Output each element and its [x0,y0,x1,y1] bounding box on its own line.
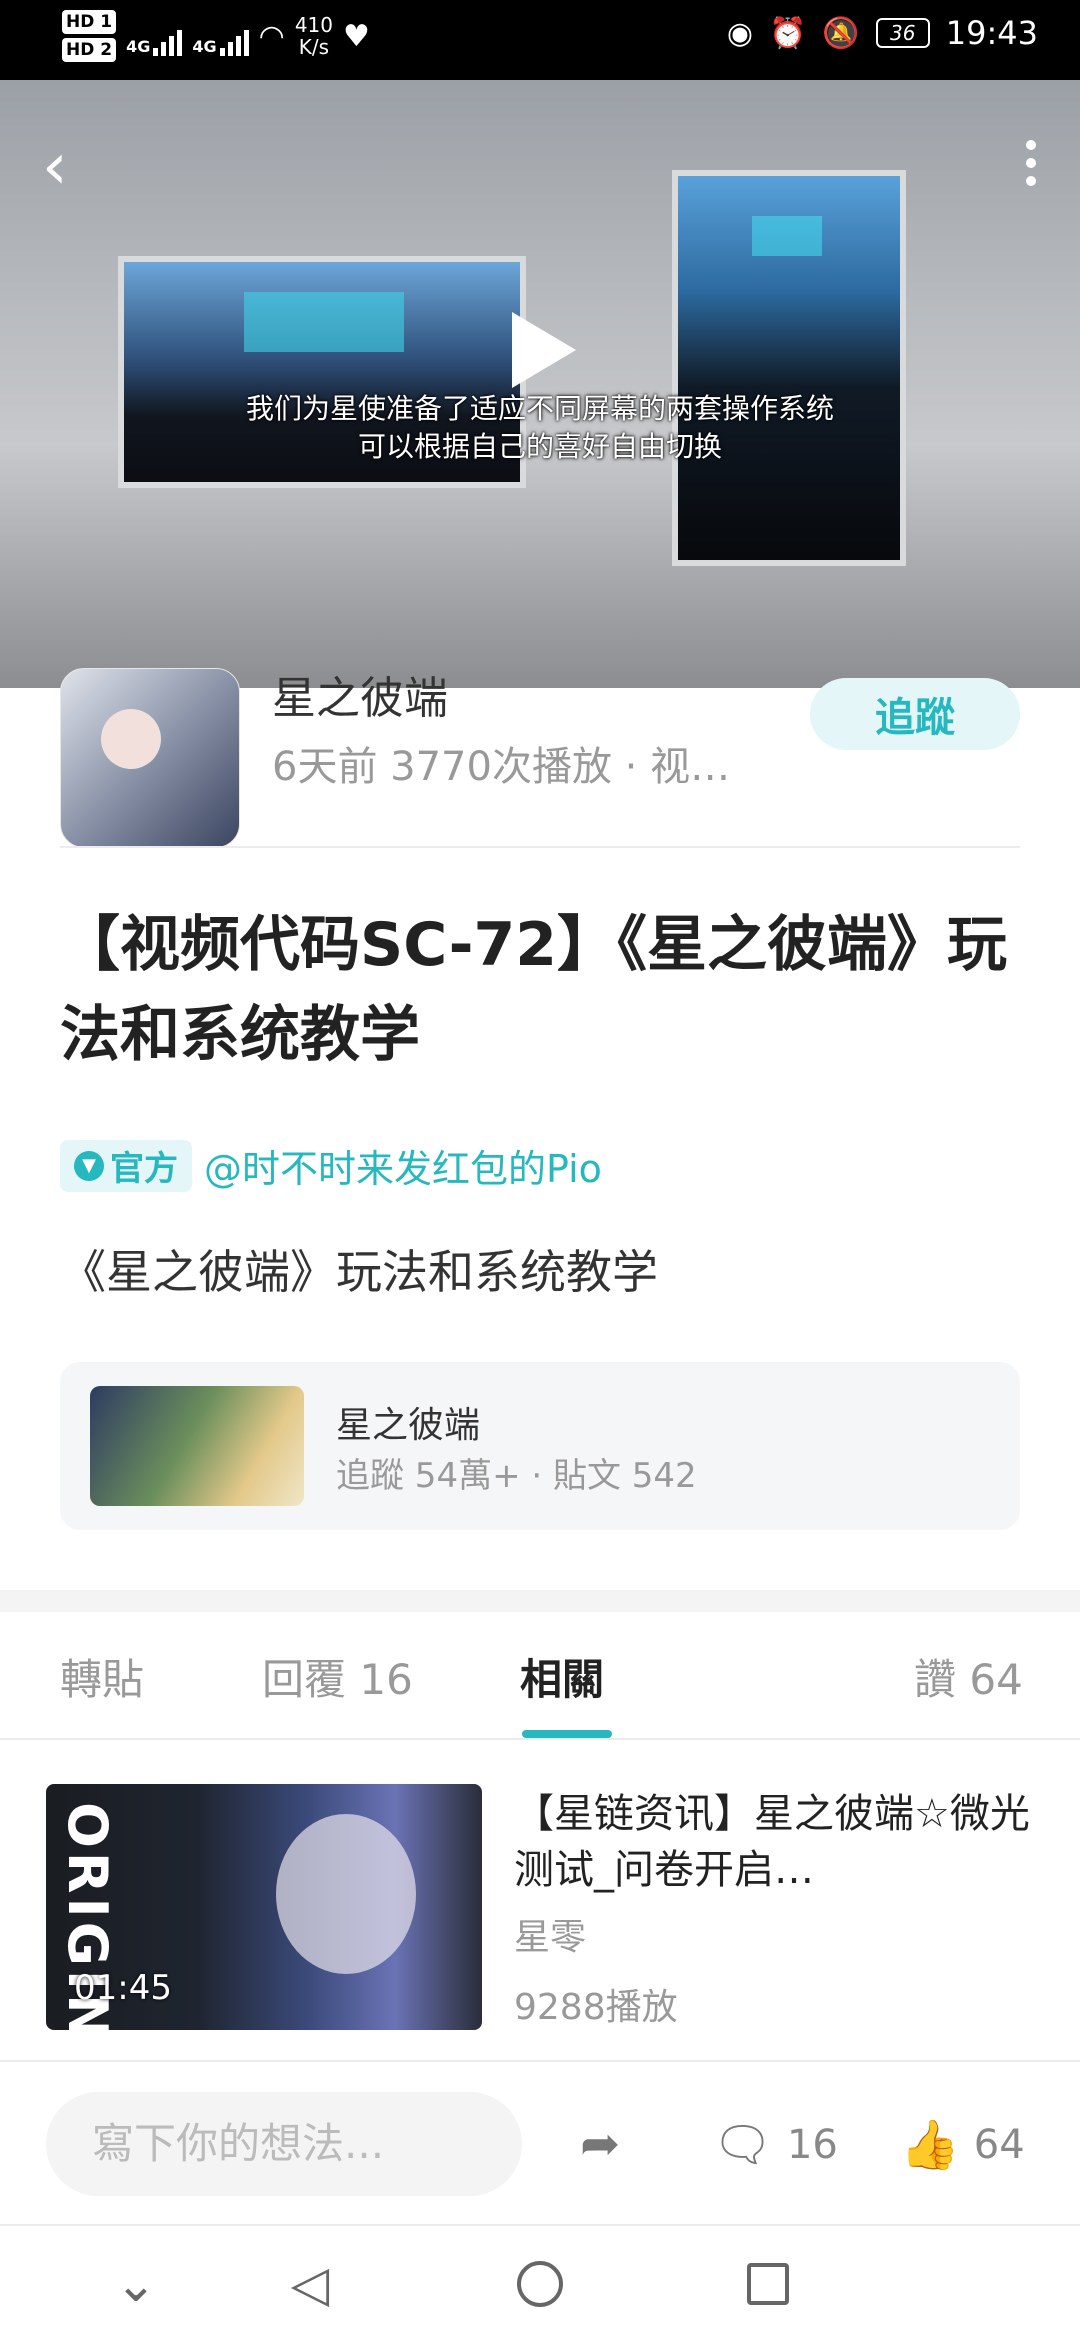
system-nav-bar: ⌄ ◁ [0,2228,1080,2340]
net-speed-unit: K/s [298,35,330,59]
forum-card[interactable]: 星之彼端 追蹤 54萬+ · 貼文 542 [60,1362,1020,1530]
subtitle-line-2: 可以根据自己的喜好自由切换 [357,430,722,463]
clock: 19:43 [945,14,1038,52]
forum-name: 星之彼端 [336,1405,481,1446]
channel-avatar[interactable] [60,668,240,848]
collapse-chevron-icon[interactable]: ⌄ [104,2252,168,2316]
post-description: 《星之彼端》玩法和系统教学 [60,1245,658,1299]
forum-thumbnail [90,1386,304,1506]
channel-row: 星之彼端 6天前 3770次播放 · 视… 追蹤 [0,668,1080,848]
status-left: HD 1 HD 2 4G 4G ◠ 410 K/s ♥ [62,10,370,62]
hd2-badge: HD 2 [62,38,117,62]
post-title: 【视频代码SC-72】《星之彼端》玩法和系统教学 [60,910,1008,1070]
section-gap [0,1590,1080,1612]
related-video-item[interactable]: ORIGIN 01:45 【星链资讯】星之彼端☆微光测试_问卷开启… 星零 92… [0,1742,1080,2062]
related-video-author: 星零 [514,1917,587,1958]
official-badge-label: 官方 [110,1149,178,1189]
chevron-down-icon: ▼ [74,1150,104,1181]
official-badge: ▼ 官方 [60,1139,192,1192]
wifi-icon: ◠ [258,18,285,54]
thumbs-up-icon: 👍 [900,2117,960,2173]
comment-input[interactable]: 寫下你的想法... [46,2092,522,2196]
hd1-badge: HD 1 [62,10,117,34]
comment-button[interactable]: 🗨 16 [712,2116,838,2173]
status-bar: HD 1 HD 2 4G 4G ◠ 410 K/s ♥ ◉ ⏰ 🔕 36 19:… [0,0,1080,80]
follow-button[interactable]: 追蹤 [810,678,1020,750]
nav-recents-icon[interactable] [736,2252,800,2316]
video-player[interactable]: ‹ 我们为星使准备了适应不同屏幕的两套操作系统 可以根据自己的喜好自由切换 [0,80,1080,688]
forum-stats: 追蹤 54萬+ · 貼文 542 [336,1456,697,1496]
tab-reposts[interactable]: 轉貼 [60,1646,144,1707]
portrait-gameplay-image [672,170,906,566]
video-duration: 01:45 [74,1968,172,2008]
signal-icon-1: 4G [126,16,183,56]
tab-active-indicator [522,1730,612,1738]
play-icon[interactable] [512,312,576,388]
tab-related[interactable]: 相關 [520,1646,604,1707]
share-icon: ➦ [580,2116,621,2172]
related-video-title: 【星链资讯】星之彼端☆微光测试_问卷开启… [514,1791,1030,1893]
signal-bars-icon [219,30,249,56]
battery-icon: 36 [875,18,930,48]
tab-bar: 轉貼 回覆 16 相關 讚 64 [0,1612,1080,1740]
author-link[interactable]: @时不时来发红包的Pio [204,1138,602,1193]
subtitle-line-1: 我们为星使准备了适应不同屏幕的两套操作系统 [245,392,834,425]
comment-icon: 🗨 [712,2117,773,2173]
nav-home-icon[interactable] [508,2252,572,2316]
tab-replies[interactable]: 回覆 16 [262,1646,413,1707]
like-count: 64 [973,2121,1025,2168]
signal1-label: 4G [126,37,151,56]
eye-icon: ◉ [726,15,754,51]
alarm-icon: ⏰ [769,15,807,51]
net-speed: 410 K/s [295,14,333,58]
heart-icon: ♥ [343,18,370,54]
mute-bell-icon: 🔕 [822,15,860,51]
channel-meta: 6天前 3770次播放 · 视… [272,744,731,790]
divider [60,846,1020,848]
hd-indicators: HD 1 HD 2 [62,10,117,62]
signal-bars-icon [153,30,183,56]
more-options-icon[interactable] [1026,140,1040,186]
signal-icon-2: 4G [192,16,249,56]
tab-likes[interactable]: 讚 64 [914,1646,1023,1707]
share-button[interactable]: ➦ [580,2116,620,2172]
net-speed-value: 410 [294,13,333,37]
status-right: ◉ ⏰ 🔕 36 19:43 [727,14,1038,52]
action-bar: 寫下你的想法... ➦ 🗨 16 👍 64 [0,2062,1080,2226]
like-button[interactable]: 👍 64 [900,2116,1025,2173]
nav-back-icon[interactable]: ◁ [278,2252,342,2316]
video-subtitle: 我们为星使准备了适应不同屏幕的两套操作系统 可以根据自己的喜好自由切换 [0,390,1080,466]
author-row: ▼ 官方 @时不时来发红包的Pio [60,1138,602,1193]
signal2-label: 4G [192,37,217,56]
channel-name[interactable]: 星之彼端 [272,662,448,726]
back-arrow-icon[interactable]: ‹ [42,135,68,199]
comment-count: 16 [786,2121,838,2168]
related-video-plays: 9288播放 [514,1987,678,2028]
